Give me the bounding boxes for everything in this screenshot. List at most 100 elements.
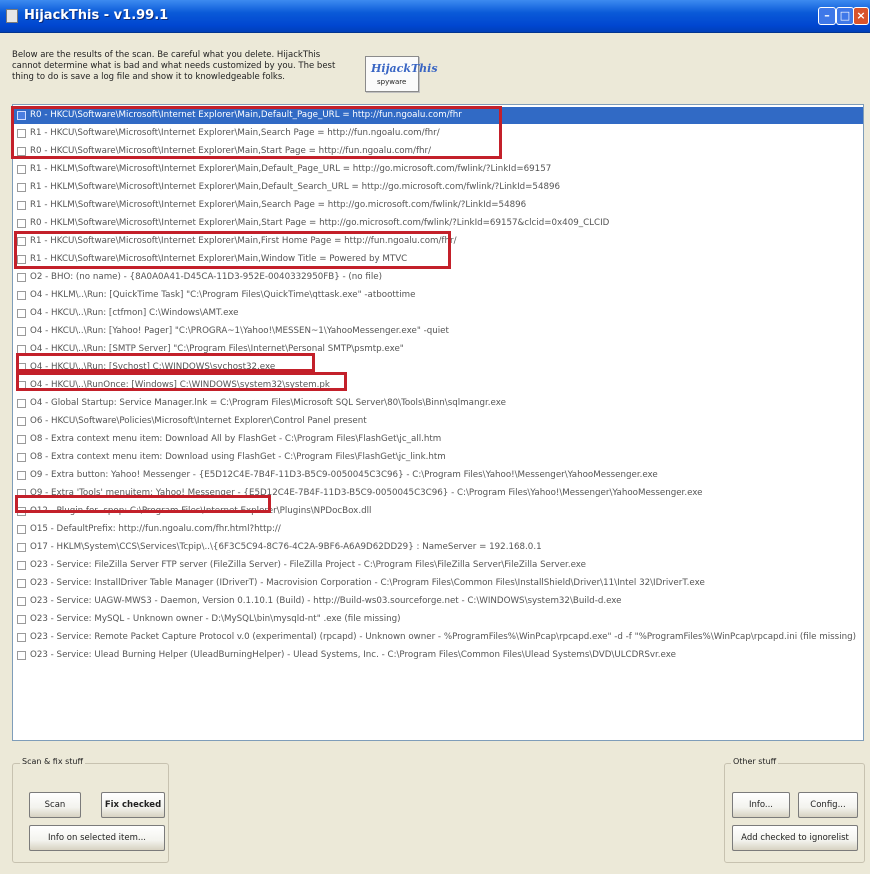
close-button[interactable]: ×	[853, 7, 869, 25]
result-text: O23 - Service: MySQL - Unknown owner - D…	[30, 614, 401, 624]
result-checkbox[interactable]	[17, 561, 26, 570]
info-button[interactable]: Info...	[732, 792, 790, 818]
result-row[interactable]: O4 - HKCU\..\Run: [Yahoo! Pager] "C:\PRO…	[13, 323, 863, 340]
result-row[interactable]: O23 - Service: Ulead Burning Helper (Ule…	[13, 647, 863, 664]
result-row[interactable]: R1 - HKLM\Software\Microsoft\Internet Ex…	[13, 197, 863, 214]
scan-button[interactable]: Scan	[29, 792, 81, 818]
result-checkbox[interactable]	[17, 579, 26, 588]
result-checkbox[interactable]	[17, 129, 26, 138]
add-to-ignorelist-button[interactable]: Add checked to ignorelist	[732, 825, 858, 851]
result-text: O23 - Service: InstallDriver Table Manag…	[30, 578, 705, 588]
result-text: R1 - HKLM\Software\Microsoft\Internet Ex…	[30, 182, 561, 192]
result-row[interactable]: O23 - Service: InstallDriver Table Manag…	[13, 575, 863, 592]
result-checkbox[interactable]	[17, 237, 26, 246]
result-row[interactable]: O12 - Plugin for .spop: C:\Program Files…	[13, 503, 863, 520]
result-row[interactable]: O9 - Extra button: Yahoo! Messenger - {E…	[13, 467, 863, 484]
result-checkbox[interactable]	[17, 615, 26, 624]
result-row[interactable]: O4 - HKCU\..\Run: [Svchost] C:\WINDOWS\s…	[13, 359, 863, 376]
result-text: O9 - Extra button: Yahoo! Messenger - {E…	[30, 470, 658, 480]
result-text: O2 - BHO: (no name) - {8A0A0A41-D45CA-11…	[30, 272, 382, 282]
result-checkbox[interactable]	[17, 363, 26, 372]
result-checkbox[interactable]	[17, 345, 26, 354]
result-checkbox[interactable]	[17, 651, 26, 660]
result-text: O12 - Plugin for .spop: C:\Program Files…	[30, 506, 372, 516]
result-checkbox[interactable]	[17, 489, 26, 498]
result-checkbox[interactable]	[17, 453, 26, 462]
result-checkbox[interactable]	[17, 525, 26, 534]
minimize-button[interactable]: –	[818, 7, 836, 25]
fix-checked-button[interactable]: Fix checked	[101, 792, 165, 818]
result-checkbox[interactable]	[17, 633, 26, 642]
result-row[interactable]: O4 - HKLM\..\Run: [QuickTime Task] "C:\P…	[13, 287, 863, 304]
result-row[interactable]: O23 - Service: UAGW-MWS3 - Daemon, Versi…	[13, 593, 863, 610]
app-icon	[6, 9, 18, 23]
info-selected-button[interactable]: Info on selected item...	[29, 825, 165, 851]
result-checkbox[interactable]	[17, 543, 26, 552]
result-row[interactable]: O23 - Service: FileZilla Server FTP serv…	[13, 557, 863, 574]
result-row[interactable]: O9 - Extra 'Tools' menuitem: Yahoo! Mess…	[13, 485, 863, 502]
other-stuff-group: Other stuff Info... Config... Add checke…	[724, 757, 865, 863]
result-text: O23 - Service: UAGW-MWS3 - Daemon, Versi…	[30, 596, 622, 606]
result-checkbox[interactable]	[17, 201, 26, 210]
result-checkbox[interactable]	[17, 471, 26, 480]
result-row[interactable]: O4 - HKCU\..\Run: [ctfmon] C:\Windows\AM…	[13, 305, 863, 322]
result-row[interactable]: O2 - BHO: (no name) - {8A0A0A41-D45CA-11…	[13, 269, 863, 286]
result-text: O4 - HKCU\..\RunOnce: [Windows] C:\WINDO…	[30, 380, 330, 390]
result-row[interactable]: R1 - HKCU\Software\Microsoft\Internet Ex…	[13, 251, 863, 268]
result-row[interactable]: O23 - Service: MySQL - Unknown owner - D…	[13, 611, 863, 628]
scan-results-list[interactable]: R0 - HKCU\Software\Microsoft\Internet Ex…	[12, 104, 864, 741]
result-checkbox[interactable]	[17, 399, 26, 408]
result-checkbox[interactable]	[17, 417, 26, 426]
result-row[interactable]: O8 - Extra context menu item: Download u…	[13, 449, 863, 466]
result-text: O23 - Service: Ulead Burning Helper (Ule…	[30, 650, 676, 660]
result-text: R0 - HKCU\Software\Microsoft\Internet Ex…	[30, 110, 462, 120]
title-bar[interactable]: HijackThis - v1.99.1 – □ ×	[0, 0, 870, 33]
result-text: O23 - Service: Remote Packet Capture Pro…	[30, 632, 857, 642]
result-text: O8 - Extra context menu item: Download A…	[30, 434, 442, 444]
result-checkbox[interactable]	[17, 147, 26, 156]
result-checkbox[interactable]	[17, 507, 26, 516]
result-text: O4 - HKCU\..\Run: [Yahoo! Pager] "C:\PRO…	[30, 326, 449, 336]
result-text: R0 - HKCU\Software\Microsoft\Internet Ex…	[30, 146, 432, 156]
result-text: R1 - HKCU\Software\Microsoft\Internet Ex…	[30, 128, 440, 138]
result-checkbox[interactable]	[17, 381, 26, 390]
result-row[interactable]: R0 - HKCU\Software\Microsoft\Internet Ex…	[13, 107, 863, 124]
result-checkbox[interactable]	[17, 183, 26, 192]
result-checkbox[interactable]	[17, 273, 26, 282]
result-text: O17 - HKLM\System\CCS\Services\Tcpip\..\…	[30, 542, 542, 552]
result-row[interactable]: O6 - HKCU\Software\Policies\Microsoft\In…	[13, 413, 863, 430]
result-row[interactable]: R1 - HKLM\Software\Microsoft\Internet Ex…	[13, 161, 863, 178]
logo-title: HijackThis	[371, 62, 438, 75]
result-checkbox[interactable]	[17, 255, 26, 264]
result-row[interactable]: O23 - Service: Remote Packet Capture Pro…	[13, 629, 863, 646]
result-row[interactable]: R1 - HKLM\Software\Microsoft\Internet Ex…	[13, 179, 863, 196]
result-checkbox[interactable]	[17, 219, 26, 228]
result-checkbox[interactable]	[17, 435, 26, 444]
result-row[interactable]: O17 - HKLM\System\CCS\Services\Tcpip\..\…	[13, 539, 863, 556]
result-row[interactable]: R1 - HKCU\Software\Microsoft\Internet Ex…	[13, 125, 863, 142]
window-title: HijackThis - v1.99.1	[24, 8, 169, 23]
hijackthis-logo: HijackThis spyware	[365, 56, 438, 92]
result-text: R1 - HKCU\Software\Microsoft\Internet Ex…	[30, 236, 457, 246]
scan-fix-group: Scan & fix stuff Scan Fix checked Info o…	[12, 757, 169, 863]
result-row[interactable]: O15 - DefaultPrefix: http://fun.ngoalu.c…	[13, 521, 863, 538]
result-row[interactable]: O4 - HKCU\..\Run: [SMTP Server] "C:\Prog…	[13, 341, 863, 358]
result-checkbox[interactable]	[17, 309, 26, 318]
result-row[interactable]: O4 - HKCU\..\RunOnce: [Windows] C:\WINDO…	[13, 377, 863, 394]
config-button[interactable]: Config...	[798, 792, 858, 818]
result-row[interactable]: O8 - Extra context menu item: Download A…	[13, 431, 863, 448]
result-row[interactable]: R1 - HKCU\Software\Microsoft\Internet Ex…	[13, 233, 863, 250]
result-checkbox[interactable]	[17, 327, 26, 336]
result-checkbox[interactable]	[17, 111, 26, 120]
result-row[interactable]: R0 - HKCU\Software\Microsoft\Internet Ex…	[13, 143, 863, 160]
result-checkbox[interactable]	[17, 597, 26, 606]
result-checkbox[interactable]	[17, 291, 26, 300]
result-text: O8 - Extra context menu item: Download u…	[30, 452, 446, 462]
maximize-button[interactable]: □	[836, 7, 854, 25]
result-text: O4 - HKCU\..\Run: [SMTP Server] "C:\Prog…	[30, 344, 404, 354]
result-text: O6 - HKCU\Software\Policies\Microsoft\In…	[30, 416, 367, 426]
result-row[interactable]: R0 - HKLM\Software\Microsoft\Internet Ex…	[13, 215, 863, 232]
other-stuff-group-title: Other stuff	[731, 757, 779, 766]
result-checkbox[interactable]	[17, 165, 26, 174]
result-row[interactable]: O4 - Global Startup: Service Manager.lnk…	[13, 395, 863, 412]
